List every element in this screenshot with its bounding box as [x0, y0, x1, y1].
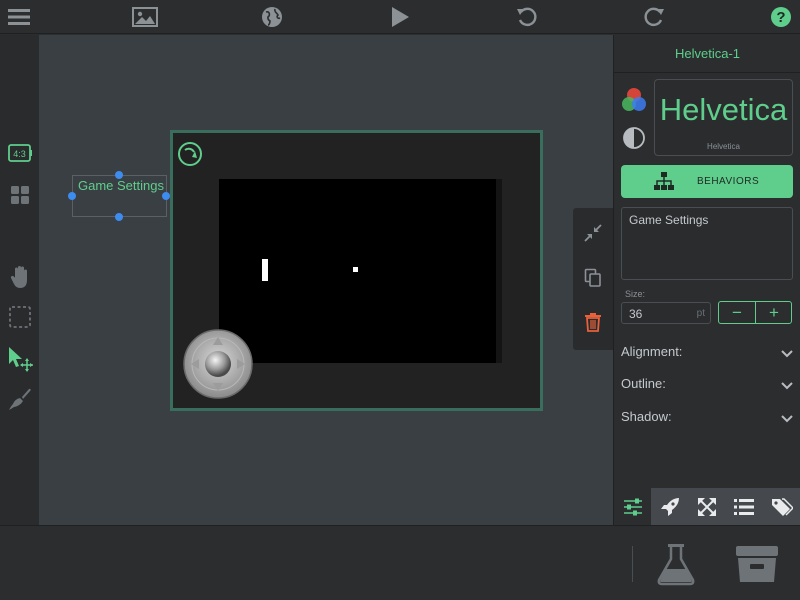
undo-icon[interactable] [514, 5, 540, 29]
expand-arrows-icon[interactable] [688, 488, 725, 525]
screen-shadow [496, 179, 502, 363]
hand-icon[interactable] [6, 263, 34, 291]
shadow-section[interactable]: Shadow: [614, 406, 800, 428]
list-icon[interactable] [725, 488, 762, 525]
outline-section[interactable]: Outline: [614, 373, 800, 395]
paddle [262, 259, 268, 281]
shrink-icon[interactable] [581, 221, 605, 245]
font-preview-large: Helvetica [659, 92, 788, 127]
globe-icon[interactable] [259, 5, 285, 29]
joystick-control[interactable] [183, 329, 253, 399]
scene-preview[interactable] [170, 130, 543, 411]
color-icon[interactable] [620, 86, 648, 114]
size-label: Size: [625, 289, 646, 299]
menu-icon[interactable] [6, 5, 32, 29]
decrease-size-button[interactable]: − [719, 302, 755, 323]
aspect-ratio-icon[interactable]: 4:3 [6, 139, 34, 167]
behaviors-label: BEHAVIORS [697, 176, 760, 187]
size-stepper: − + [718, 301, 792, 324]
trash-icon[interactable] [581, 310, 605, 334]
inspector-title: Helvetica-1 [614, 35, 800, 73]
duplicate-icon[interactable] [581, 266, 605, 290]
rocket-icon[interactable] [651, 488, 688, 525]
alignment-section[interactable]: Alignment: [614, 341, 800, 363]
size-value: 36 [629, 307, 643, 321]
inspector-tabs [614, 488, 800, 525]
hierarchy-icon [653, 171, 675, 191]
contrast-icon[interactable] [623, 127, 645, 149]
resize-handle-bottom[interactable] [115, 213, 123, 221]
app-window: ? 4:3 Game Settings Helvetica-1 Helvetic… [0, 0, 800, 600]
tags-icon[interactable] [762, 488, 800, 525]
brush-icon[interactable] [6, 385, 34, 413]
game-screen [219, 179, 496, 363]
label-object-text: Game Settings [78, 178, 164, 193]
resize-handle-right[interactable] [162, 192, 170, 200]
resize-handle-top[interactable] [115, 171, 123, 179]
top-toolbar: ? [0, 0, 800, 34]
increase-size-button[interactable]: + [756, 302, 792, 323]
bottom-divider [632, 546, 633, 582]
sliders-icon[interactable] [614, 488, 651, 525]
grid-icon[interactable] [6, 181, 34, 209]
chevron-down-icon [781, 378, 793, 390]
pointer-move-icon[interactable] [6, 345, 34, 373]
font-preview[interactable]: Helvetica Helvetica [654, 79, 793, 156]
ball [353, 267, 358, 272]
rotate-scene-icon[interactable] [177, 141, 203, 167]
redo-icon[interactable] [641, 5, 667, 29]
text-content-value: Game Settings [629, 213, 709, 227]
inspector-panel: Helvetica-1 Helvetica Helvetica BEHAVIOR… [613, 35, 800, 525]
left-toolbar: 4:3 [0, 35, 39, 525]
font-preview-small: Helvetica [707, 142, 740, 151]
image-icon[interactable] [132, 5, 158, 29]
chevron-down-icon [781, 346, 793, 358]
flask-icon[interactable] [652, 540, 700, 588]
play-icon[interactable] [387, 5, 413, 29]
drawer-icon[interactable] [733, 540, 781, 588]
size-input[interactable]: 36 pt [621, 302, 711, 324]
object-tools [573, 208, 613, 350]
text-content-field[interactable]: Game Settings [621, 207, 793, 280]
behaviors-button[interactable]: BEHAVIORS [621, 165, 793, 198]
outline-label: Outline: [621, 376, 666, 391]
shadow-label: Shadow: [621, 409, 672, 424]
marquee-select-icon[interactable] [6, 303, 34, 331]
alignment-label: Alignment: [621, 344, 683, 359]
label-object-selected[interactable]: Game Settings [72, 175, 167, 217]
help-glyph: ? [776, 9, 785, 26]
aspect-label: 4:3 [13, 149, 26, 159]
size-unit: pt [696, 308, 705, 319]
bottom-bar [0, 525, 800, 600]
chevron-down-icon [781, 411, 793, 423]
help-icon[interactable]: ? [768, 5, 794, 29]
resize-handle-left[interactable] [68, 192, 76, 200]
